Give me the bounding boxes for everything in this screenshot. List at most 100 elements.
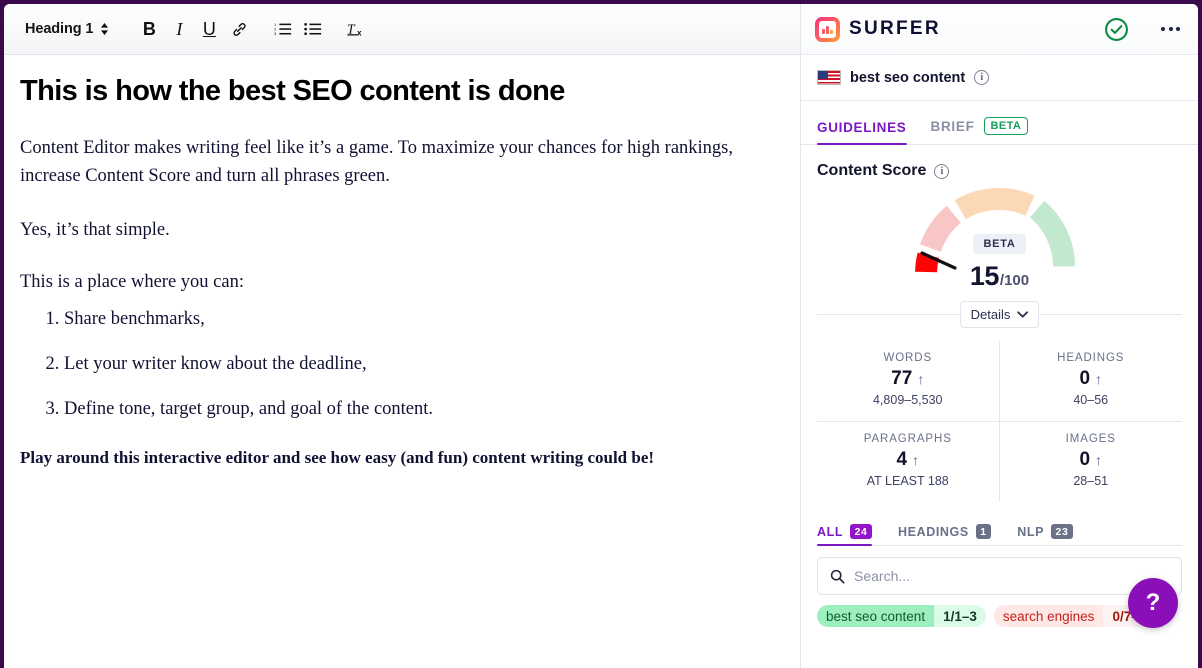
document-paragraph-2[interactable]: Yes, it’s that simple.: [20, 216, 770, 244]
stat-paragraphs: PARAGRAPHS 4 ↑ AT LEAST 188: [817, 422, 1000, 502]
stat-label: PARAGRAPHS: [863, 433, 952, 445]
ordered-list-icon: 1 2 3: [274, 22, 292, 36]
details-divider: Details: [817, 301, 1182, 328]
score-value: 15: [969, 261, 1000, 291]
tab-guidelines[interactable]: GUIDELINES: [817, 120, 907, 145]
term-name: search engines: [993, 605, 1104, 627]
ordered-list-button[interactable]: 1 2 3: [269, 15, 297, 43]
tab-all-count: 24: [850, 524, 872, 539]
content-score-title: Content Score: [817, 162, 927, 179]
term-pill[interactable]: best seo content 1/1–3: [817, 605, 986, 627]
stat-value: 77: [891, 368, 913, 389]
term-count: 1/1–3: [934, 605, 986, 627]
document-paragraph-3[interactable]: This is a place where you can:: [20, 268, 770, 296]
chevron-down-icon: [1017, 311, 1029, 318]
bold-button[interactable]: B: [135, 15, 163, 43]
chevron-updown-icon: [100, 23, 109, 35]
tab-nlp-count: 23: [1051, 524, 1073, 539]
stat-range: AT LEAST 188: [866, 474, 949, 488]
stat-value-row: 0 ↑: [1000, 368, 1183, 390]
app-window: Heading 1 B I U 1 2 3 T x This is how th…: [4, 4, 1198, 668]
clear-formatting-button[interactable]: T x: [343, 15, 371, 43]
us-flag-icon: [817, 70, 841, 85]
stat-images: IMAGES 0 ↑ 28–51: [1000, 422, 1183, 502]
content-score-info-icon[interactable]: i: [934, 163, 950, 179]
stat-range: 40–56: [1073, 393, 1109, 407]
bullet-list-button[interactable]: [299, 15, 327, 43]
stat-range: 28–51: [1073, 474, 1109, 488]
panel-bottom-tabs: ALL 24 HEADINGS 1 NLP 23: [817, 520, 1182, 546]
tab-nlp[interactable]: NLP 23: [1017, 524, 1073, 545]
stat-value-row: 0 ↑: [1000, 449, 1183, 471]
surfer-logo-icon: [815, 16, 840, 42]
document-paragraph-1[interactable]: Content Editor makes writing feel like i…: [20, 134, 770, 190]
stat-value: 0: [1079, 368, 1091, 389]
search-box[interactable]: [817, 557, 1182, 595]
tab-all[interactable]: ALL 24: [817, 524, 872, 546]
tab-headings-count: 1: [975, 524, 992, 539]
score-value-group: 15 /100: [970, 261, 1029, 292]
bar-chart-icon: [819, 20, 836, 38]
score-denominator: /100: [999, 272, 1030, 289]
link-icon: [233, 22, 246, 36]
saved-check-icon[interactable]: [1104, 17, 1129, 42]
stat-label: IMAGES: [1065, 433, 1116, 445]
underline-icon: U: [202, 19, 216, 39]
bullet-list-icon: [304, 23, 322, 36]
paragraph-style-select[interactable]: Heading 1: [21, 19, 113, 39]
up-arrow-icon: ↑: [912, 452, 920, 468]
stat-label: WORDS: [883, 352, 933, 364]
stats-grid: WORDS 77 ↑ 4,809–5,530 HEADINGS 0 ↑ 40–5…: [817, 341, 1182, 502]
search-input[interactable]: [854, 568, 1169, 584]
keyword-row: best seo content i: [801, 55, 1198, 101]
brand-name: SURFER: [849, 18, 941, 39]
clear-format-icon: T x: [347, 22, 362, 38]
document-title[interactable]: This is how the best SEO content is done: [20, 75, 770, 108]
svg-text:3: 3: [274, 31, 277, 36]
details-button[interactable]: Details: [959, 301, 1040, 328]
details-label: Details: [970, 307, 1011, 322]
surfer-panel: SURFER best seo content i GUIDELINES BRI…: [801, 4, 1198, 668]
more-options-button[interactable]: [1159, 21, 1182, 37]
up-arrow-icon: ↑: [917, 371, 925, 387]
svg-text:x: x: [357, 28, 362, 37]
editor-pane: Heading 1 B I U 1 2 3 T x This is how th…: [4, 4, 801, 668]
panel-top-tabs: GUIDELINES BRIEF BETA: [801, 101, 1198, 145]
link-button[interactable]: [225, 15, 253, 43]
content-score-header: Content Score i: [801, 145, 1198, 180]
editor-toolbar: Heading 1 B I U 1 2 3 T x: [4, 4, 800, 55]
term-name: best seo content: [817, 605, 935, 627]
tab-brief[interactable]: BRIEF BETA: [931, 117, 1029, 144]
stat-headings: HEADINGS 0 ↑ 40–56: [999, 341, 1183, 422]
document-ordered-list[interactable]: Share benchmarks, Let your writer know a…: [20, 306, 770, 423]
stat-label: HEADINGS: [1057, 352, 1125, 364]
tab-headings[interactable]: HEADINGS 1: [898, 524, 992, 545]
list-item[interactable]: Let your writer know about the deadline,: [64, 351, 770, 379]
tab-brief-label: BRIEF: [930, 118, 975, 134]
keyword-label: best seo content: [850, 69, 966, 86]
document-body[interactable]: This is how the best SEO content is done…: [4, 55, 800, 668]
terms-list: best seo content 1/1–3 search engines 0/…: [817, 605, 1182, 627]
content-score-gauge: BETA 15 /100: [801, 184, 1198, 304]
stat-words: WORDS 77 ↑ 4,809–5,530: [817, 341, 1000, 422]
paragraph-style-label: Heading 1: [25, 21, 94, 37]
stat-value-row: 4 ↑: [817, 449, 999, 471]
bold-icon: B: [142, 19, 156, 39]
underline-button[interactable]: U: [195, 15, 223, 43]
document-paragraph-4[interactable]: Play around this interactive editor and …: [20, 445, 770, 471]
up-arrow-icon: ↑: [1095, 452, 1103, 468]
italic-button[interactable]: I: [165, 15, 193, 43]
tab-all-label: ALL: [817, 524, 844, 539]
beta-badge: BETA: [983, 117, 1029, 135]
stat-value: 4: [896, 449, 908, 470]
stat-value: 0: [1079, 449, 1091, 470]
score-beta-pill: BETA: [972, 234, 1027, 254]
keyword-info-icon[interactable]: i: [974, 70, 990, 85]
search-icon: [830, 569, 845, 584]
stat-range: 4,809–5,530: [872, 393, 943, 407]
tab-nlp-label: NLP: [1017, 524, 1045, 539]
list-item[interactable]: Share benchmarks,: [64, 306, 770, 334]
help-button[interactable]: ?: [1128, 578, 1178, 628]
list-item[interactable]: Define tone, target group, and goal of t…: [64, 396, 770, 424]
tab-guidelines-label: GUIDELINES: [817, 120, 907, 135]
